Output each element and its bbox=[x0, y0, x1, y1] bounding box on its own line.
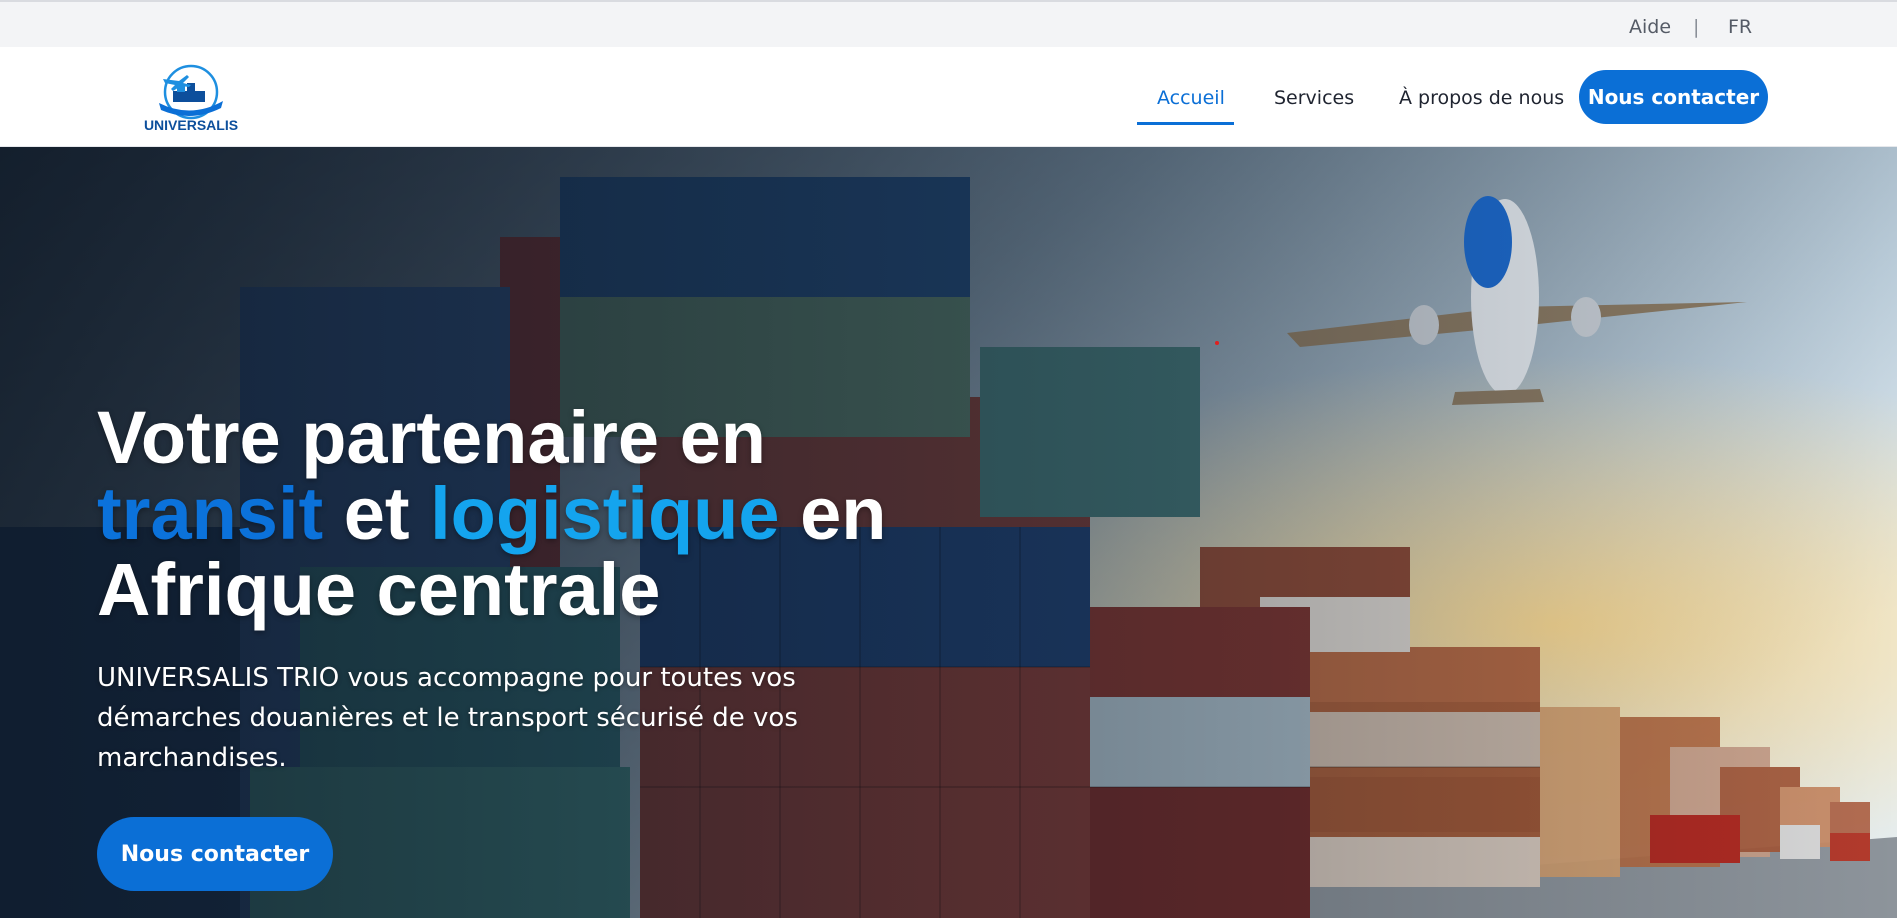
hero-subtitle: UNIVERSALIS TRIO vous accompagne pour to… bbox=[97, 663, 798, 773]
hero-title: Votre partenaire en transit et logistiqu… bbox=[97, 400, 997, 628]
hero-title-en: en bbox=[779, 472, 887, 555]
hero-title-highlight-transit: transit bbox=[97, 472, 324, 555]
hero-title-connector: et bbox=[323, 472, 431, 555]
language-selector[interactable]: FR bbox=[1728, 16, 1752, 38]
logo-icon[interactable]: UNIVERSALIS bbox=[143, 61, 239, 133]
hero-title-highlight-logistique: logistique bbox=[430, 472, 780, 555]
top-utility-bar: Aide | FR bbox=[0, 0, 1897, 47]
nav-about[interactable]: À propos de nous bbox=[1399, 87, 1564, 109]
nav-home[interactable]: Accueil bbox=[1157, 87, 1225, 109]
help-link[interactable]: Aide bbox=[1629, 16, 1671, 38]
main-header: UNIVERSALIS Accueil Services À propos de… bbox=[0, 47, 1897, 147]
nav-services[interactable]: Services bbox=[1274, 87, 1354, 109]
hero-section: Votre partenaire en transit et logistiqu… bbox=[0, 147, 1897, 918]
header-contact-button[interactable]: Nous contacter bbox=[1579, 70, 1768, 124]
active-nav-underline bbox=[1137, 122, 1234, 125]
logo-text: UNIVERSALIS bbox=[144, 117, 238, 133]
red-dot-marker bbox=[1215, 341, 1219, 345]
hero-title-line3: Afrique centrale bbox=[97, 548, 661, 631]
hero-contact-button[interactable]: Nous contacter bbox=[97, 817, 333, 891]
topbar-separator: | bbox=[1693, 16, 1700, 38]
hero-title-line1: Votre partenaire en bbox=[97, 396, 766, 479]
